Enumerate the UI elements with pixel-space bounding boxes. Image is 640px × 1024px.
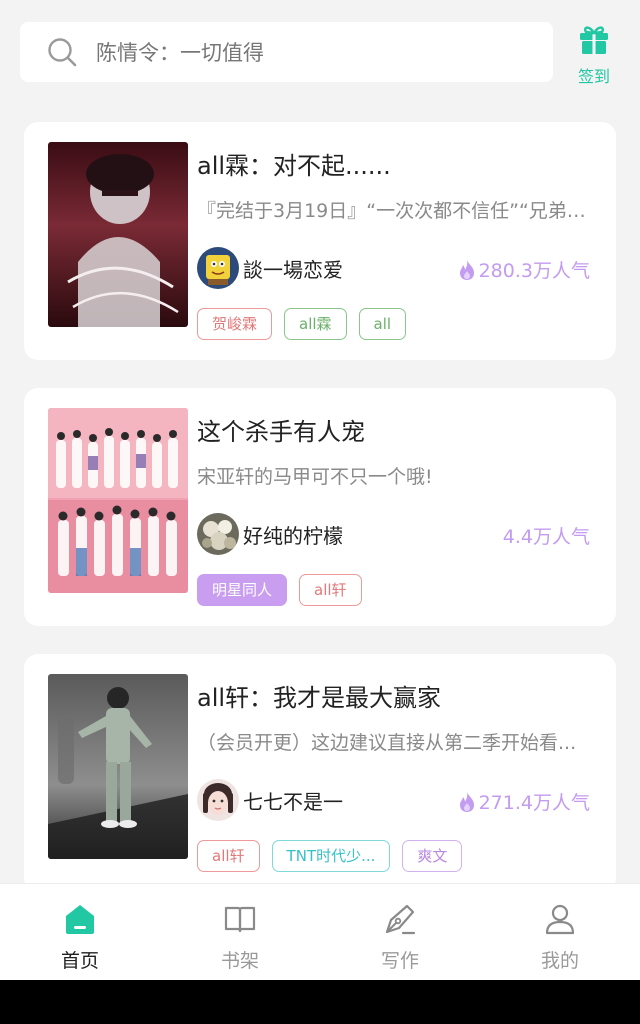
tag-list: all轩 TNT时代少... 爽文: [197, 840, 463, 872]
book-title[interactable]: all霖：对不起......: [197, 146, 592, 181]
top-bar: 陈情令：一切值得 签到: [0, 0, 640, 100]
signin-button[interactable]: 签到: [570, 22, 618, 86]
tag[interactable]: all霖: [284, 308, 347, 340]
tag-list: 明星同人 all轩: [197, 574, 362, 606]
popularity: 280.3万人气: [458, 256, 590, 283]
search-bar[interactable]: 陈情令：一切值得: [20, 22, 553, 82]
author-name[interactable]: 談一場恋爱: [243, 254, 343, 283]
popularity: 271.4万人气: [458, 788, 590, 815]
tag[interactable]: all轩: [197, 840, 260, 872]
avatar[interactable]: [197, 513, 239, 555]
book-description: 宋亚轩的马甲可不只一个哦!: [197, 466, 433, 488]
tag[interactable]: all: [358, 308, 407, 340]
bookshelf-icon: [223, 902, 257, 936]
author-name[interactable]: 好纯的柠檬: [243, 520, 343, 549]
author-info[interactable]: 好纯的柠檬: [197, 512, 343, 556]
tag[interactable]: 爽文: [402, 840, 463, 872]
tag-list: 贺峻霖 all霖 all: [197, 308, 407, 340]
popularity-count: 4.4万人气: [502, 526, 590, 548]
book-title[interactable]: 这个杀手有人宠: [197, 412, 592, 447]
pen-icon: [383, 902, 417, 936]
book-cover[interactable]: [48, 408, 188, 593]
flame-icon: [458, 259, 476, 281]
book-title[interactable]: all轩：我才是最大赢家: [197, 678, 592, 713]
tag[interactable]: all轩: [299, 574, 362, 606]
popularity-count: 280.3万人气: [478, 260, 590, 282]
book-cover[interactable]: [48, 674, 188, 859]
author-info[interactable]: 談一場恋爱: [197, 246, 343, 290]
avatar[interactable]: [197, 247, 239, 289]
author-info[interactable]: 七七不是一: [197, 778, 343, 822]
tag[interactable]: 明星同人: [197, 574, 288, 606]
book-description: 『完结于3月19日』“一次次都不信任”“兄弟们...: [197, 200, 592, 222]
gift-icon: [577, 22, 611, 60]
tag[interactable]: 贺峻霖: [197, 308, 273, 340]
flame-icon: [458, 791, 476, 813]
book-description: （会员开更）这边建议直接从第二季开始看...: [197, 732, 577, 754]
tab-write-label: 写作: [380, 950, 419, 972]
popularity: 4.4万人气: [503, 522, 590, 549]
book-cover[interactable]: [48, 142, 188, 327]
user-icon: [543, 902, 577, 936]
tab-bookshelf-label: 书架: [220, 950, 259, 972]
tab-home[interactable]: 首页: [0, 884, 160, 980]
tab-profile-label: 我的: [540, 950, 579, 972]
bottom-nav: 首页 书架 写作 我的: [0, 884, 640, 980]
popularity-count: 271.4万人气: [478, 792, 590, 814]
author-name[interactable]: 七七不是一: [243, 786, 343, 815]
tab-home-label: 首页: [60, 950, 99, 972]
avatar[interactable]: [197, 779, 239, 821]
tab-write[interactable]: 写作: [320, 884, 480, 980]
search-icon: [46, 36, 78, 68]
tab-bookshelf[interactable]: 书架: [160, 884, 320, 980]
book-card[interactable]: all轩：我才是最大赢家 （会员开更）这边建议直接从第二季开始看... 七七不是…: [24, 654, 616, 892]
search-placeholder: 陈情令：一切值得: [96, 41, 264, 65]
book-card[interactable]: all霖：对不起...... 『完结于3月19日』“一次次都不信任”“兄弟们..…: [24, 122, 616, 360]
tab-profile[interactable]: 我的: [480, 884, 640, 980]
home-icon: [63, 902, 97, 936]
signin-label: 签到: [577, 67, 610, 86]
book-card[interactable]: 这个杀手有人宠 宋亚轩的马甲可不只一个哦! 好纯的柠檬 4.4万人气 明星同人 …: [24, 388, 616, 626]
system-navigation-bar: [0, 980, 640, 1024]
tag[interactable]: TNT时代少...: [271, 840, 391, 872]
